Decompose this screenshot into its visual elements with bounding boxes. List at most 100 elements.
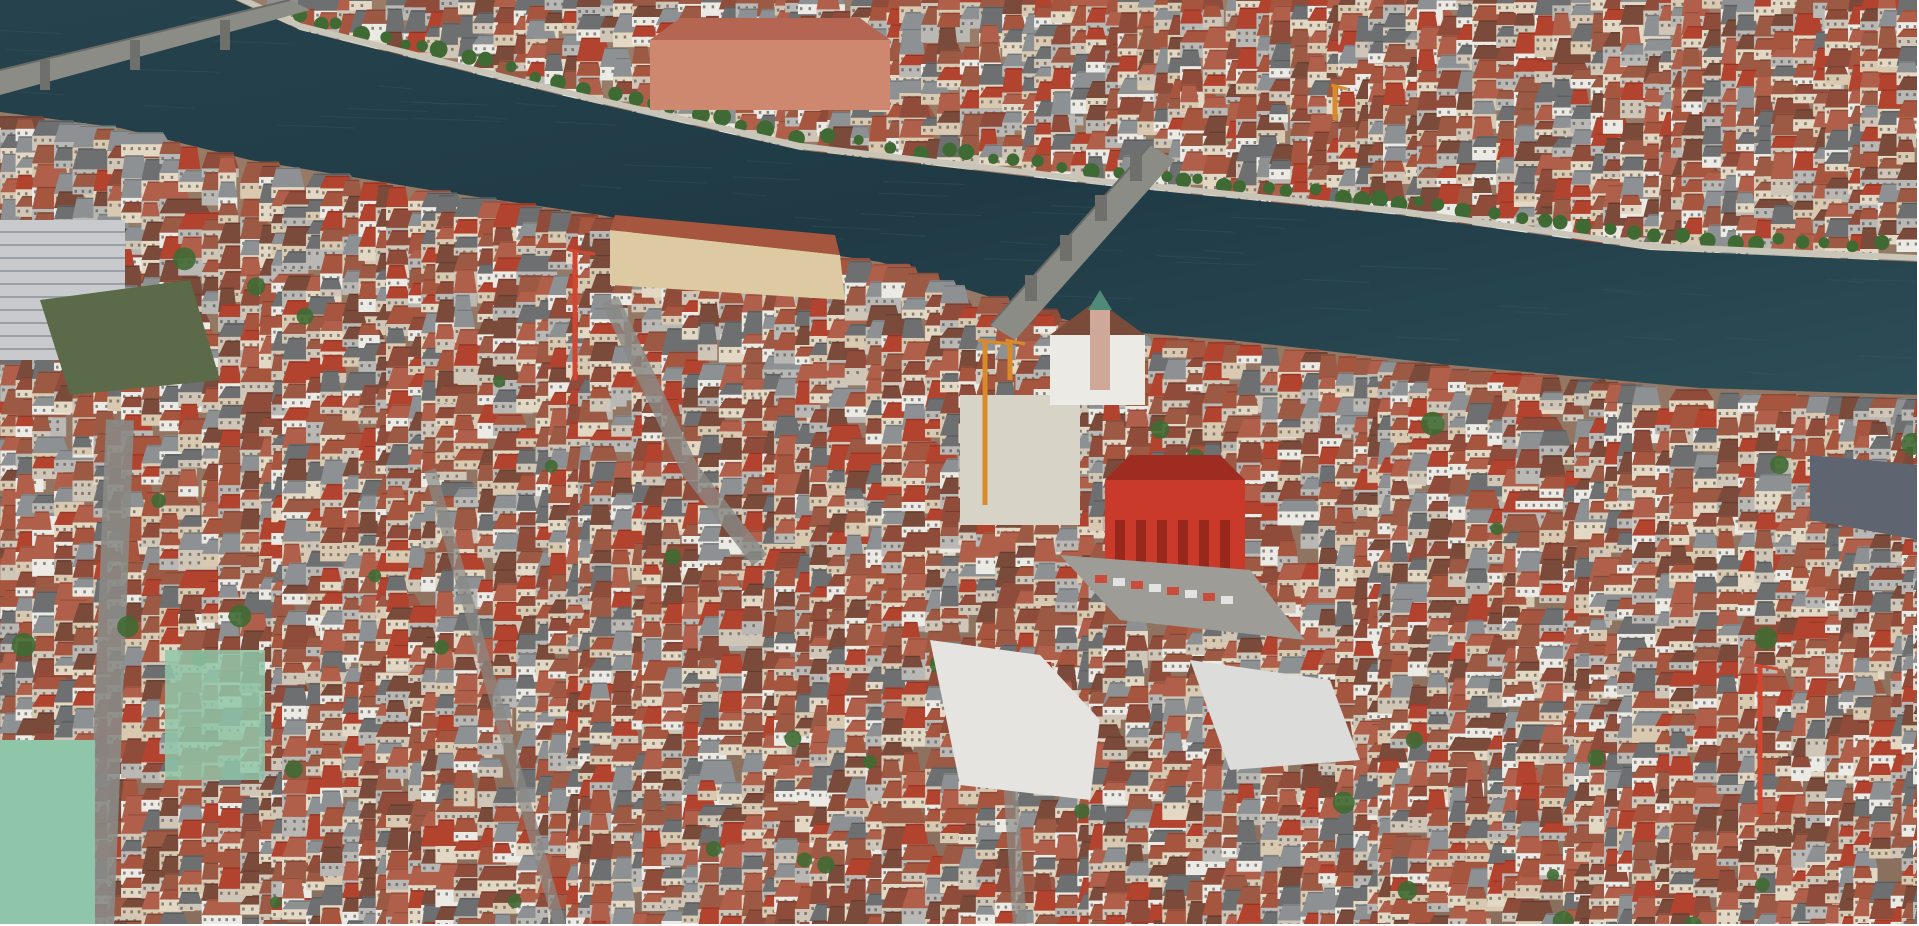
window	[939, 67, 942, 70]
building-roof	[613, 58, 632, 77]
window	[427, 40, 430, 43]
window	[594, 32, 597, 35]
building-roof	[1118, 0, 1142, 2]
map-viewport[interactable]	[0, 0, 1919, 926]
window	[1129, 5, 1132, 8]
building	[545, 12, 565, 31]
window	[1024, 113, 1027, 116]
window	[316, 14, 319, 17]
window	[572, 26, 575, 29]
window	[475, 47, 478, 50]
window	[641, 40, 644, 43]
window	[1170, 76, 1173, 79]
window	[1189, 105, 1192, 108]
window	[923, 6, 926, 9]
window	[610, 8, 613, 11]
building-roof	[632, 25, 657, 36]
window	[666, 5, 669, 8]
window	[1156, 23, 1159, 26]
window	[1073, 46, 1076, 49]
window	[868, 121, 871, 124]
window	[339, 13, 342, 16]
window	[981, 160, 984, 163]
window	[1004, 45, 1007, 48]
window	[1103, 65, 1106, 68]
window	[923, 28, 926, 31]
building-roof	[349, 0, 372, 1]
window	[554, 3, 557, 6]
building-roof	[1180, 49, 1201, 66]
building-roof	[979, 42, 1001, 62]
aerial-map-canvas[interactable]	[0, 0, 1919, 926]
window	[819, 12, 822, 15]
window	[1120, 36, 1123, 39]
window	[917, 68, 920, 71]
window	[852, 121, 855, 124]
window	[634, 40, 637, 43]
window	[738, 116, 741, 119]
window	[1036, 119, 1039, 122]
building-roof	[386, 9, 405, 33]
window	[1073, 9, 1076, 12]
window	[931, 97, 934, 100]
window	[1120, 75, 1123, 78]
window	[547, 26, 550, 29]
window	[962, 63, 965, 66]
window	[615, 80, 618, 83]
window	[1191, 46, 1194, 49]
window	[962, 22, 965, 25]
window	[787, 120, 790, 123]
window	[510, 38, 513, 41]
window	[1170, 6, 1173, 9]
building-roof	[937, 93, 963, 114]
window	[1096, 123, 1099, 126]
window	[371, 27, 374, 30]
window	[1073, 29, 1076, 32]
building-roof	[1180, 9, 1204, 23]
window	[1018, 107, 1021, 110]
window	[1044, 119, 1047, 122]
window	[1164, 142, 1167, 145]
window	[611, 70, 614, 73]
window	[1163, 125, 1166, 128]
window	[634, 20, 637, 23]
window	[1088, 65, 1091, 68]
window	[1036, 79, 1039, 82]
window	[675, 5, 678, 8]
window	[1170, 132, 1173, 135]
window	[643, 20, 646, 23]
window	[1178, 6, 1181, 9]
window	[1103, 152, 1106, 155]
window	[1096, 101, 1099, 104]
window	[1199, 46, 1202, 49]
window	[1096, 152, 1099, 155]
building-roof	[545, 12, 565, 23]
window	[852, 9, 855, 12]
window	[947, 83, 950, 86]
window	[1139, 77, 1142, 80]
window	[1139, 32, 1142, 35]
window	[860, 121, 863, 124]
window	[1088, 42, 1091, 45]
building-roof	[494, 0, 517, 7]
window	[879, 24, 882, 27]
window	[1031, 165, 1034, 168]
window	[496, 38, 499, 41]
window	[634, 80, 637, 83]
window	[1080, 103, 1083, 106]
window	[1182, 46, 1185, 49]
window	[1128, 51, 1131, 54]
window	[954, 126, 957, 129]
window	[1192, 27, 1195, 30]
window	[1120, 137, 1123, 140]
window	[1127, 137, 1130, 140]
window	[970, 22, 973, 25]
window	[1088, 9, 1091, 12]
window	[492, 47, 495, 50]
building-roof	[1086, 28, 1106, 40]
building-roof	[817, 0, 840, 9]
window	[1182, 105, 1185, 108]
building-roof	[1180, 84, 1198, 102]
building-roof	[632, 46, 650, 63]
window	[909, 68, 912, 71]
